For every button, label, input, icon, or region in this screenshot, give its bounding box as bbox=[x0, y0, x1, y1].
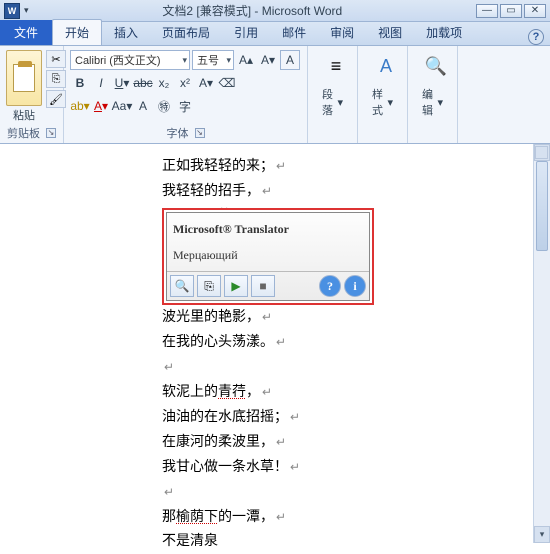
font-name-select[interactable]: Calibri (西文正文) bbox=[70, 50, 190, 70]
change-case-button[interactable]: A bbox=[280, 50, 300, 70]
font-color-button[interactable]: A▾ bbox=[91, 96, 111, 116]
group-font-label: 字体 bbox=[167, 125, 189, 141]
group-font: Calibri (西文正文) 五号 A▴ A▾ A B I U▾ abc x₂ … bbox=[64, 46, 308, 143]
tab-mailings[interactable]: 邮件 bbox=[270, 20, 318, 45]
paragraph-mark-icon: ↵ bbox=[276, 510, 286, 524]
minimize-button[interactable]: — bbox=[476, 4, 498, 18]
font-launcher[interactable]: ↘ bbox=[195, 128, 205, 138]
close-button[interactable]: ✕ bbox=[524, 4, 546, 18]
doc-line: 在我的心头荡漾。 bbox=[162, 335, 274, 350]
ribbon-tabs: 文件 开始 插入 页面布局 引用 邮件 审阅 视图 加载项 ? bbox=[0, 22, 550, 46]
tab-review[interactable]: 审阅 bbox=[318, 20, 366, 45]
tab-addins[interactable]: 加载项 bbox=[414, 20, 474, 45]
translator-play-button[interactable]: ▶ bbox=[224, 275, 248, 297]
translator-expand-button[interactable]: 🔍 bbox=[170, 275, 194, 297]
ruler-toggle[interactable] bbox=[535, 146, 548, 159]
doc-line: 油油的在水底招摇； bbox=[162, 410, 288, 425]
translator-info-button[interactable]: i bbox=[344, 275, 366, 297]
cut-button[interactable]: ✂ bbox=[46, 50, 66, 68]
superscript-button[interactable]: x² bbox=[175, 73, 195, 93]
strikethrough-button[interactable]: abc bbox=[133, 73, 153, 93]
scroll-thumb[interactable] bbox=[536, 161, 548, 251]
paragraph-mark-icon: ↵ bbox=[164, 485, 174, 499]
paragraph-mark-icon: ↵ bbox=[290, 410, 300, 424]
group-styles-label: 样式 bbox=[372, 86, 385, 118]
paragraph-mark-icon: ↵ bbox=[262, 310, 272, 324]
group-styles: A 样式▾ bbox=[358, 46, 408, 143]
paste-icon bbox=[13, 64, 35, 92]
italic-button[interactable]: I bbox=[91, 73, 111, 93]
restore-button[interactable]: ▭ bbox=[500, 4, 522, 18]
tab-view[interactable]: 视图 bbox=[366, 20, 414, 45]
doc-line: 那榆荫下的一潭， bbox=[162, 510, 274, 525]
document-page[interactable]: 正如我轻轻的来；↵ 我轻轻的招手，↵ 作别西天的云彩。↵ 波光里的艳影，↵ 在我… bbox=[0, 144, 533, 543]
paragraph-mark-icon: ↵ bbox=[276, 335, 286, 349]
group-paragraph: ≡ 段落▾ bbox=[308, 46, 358, 143]
doc-line: 软泥上的青荇， bbox=[162, 385, 260, 400]
translator-help-button[interactable]: ? bbox=[319, 275, 341, 297]
highlight-button[interactable]: ab▾ bbox=[70, 96, 90, 116]
group-clipboard: 粘贴 ✂ ⎘ 🖌 剪贴板 ↘ bbox=[0, 46, 64, 143]
paragraph-mark-icon: ↵ bbox=[262, 184, 272, 198]
doc-line: 不是清泉 bbox=[162, 534, 218, 549]
phonetic-button[interactable]: 字 bbox=[175, 96, 195, 116]
group-editing: 🔍 编辑▾ bbox=[408, 46, 458, 143]
find-icon[interactable]: 🔍 bbox=[422, 52, 450, 80]
paragraph-mark-icon: ↵ bbox=[290, 460, 300, 474]
group-paragraph-label: 段落 bbox=[322, 86, 335, 118]
grow-font-button[interactable]: A▴ bbox=[236, 50, 256, 70]
doc-line: 在康河的柔波里， bbox=[162, 435, 274, 450]
translator-stop-button[interactable]: ■ bbox=[251, 275, 275, 297]
text-effects-button[interactable]: A▾ bbox=[196, 73, 216, 93]
doc-line: 我甘心做一条水草！ bbox=[162, 460, 288, 475]
clear-format-button[interactable]: ⌫ bbox=[217, 73, 237, 93]
ribbon: 粘贴 ✂ ⎘ 🖌 剪贴板↘ Calibri (西文正文) 五号 A▴ A▾ A bbox=[0, 46, 550, 144]
tab-references[interactable]: 引用 bbox=[222, 20, 270, 45]
bold-button[interactable]: B bbox=[70, 73, 90, 93]
underline-button[interactable]: U▾ bbox=[112, 73, 132, 93]
enclosed-char-button[interactable]: ㊕ bbox=[154, 96, 174, 116]
app-icon[interactable]: W bbox=[4, 3, 20, 19]
paragraph-mark-icon: ↵ bbox=[276, 435, 286, 449]
paste-label: 粘贴 bbox=[13, 107, 35, 123]
copy-button[interactable]: ⎘ bbox=[46, 70, 66, 88]
char-border-button[interactable]: A bbox=[133, 96, 153, 116]
group-clipboard-label: 剪贴板 bbox=[7, 125, 40, 141]
paragraph-icon[interactable]: ≡ bbox=[322, 52, 350, 80]
scroll-track[interactable] bbox=[534, 161, 550, 526]
translator-result: Мерцающий bbox=[173, 243, 363, 267]
char-scale-button[interactable]: Aa▾ bbox=[112, 96, 132, 116]
tab-insert[interactable]: 插入 bbox=[102, 20, 150, 45]
paragraph-mark-icon: ↵ bbox=[262, 385, 272, 399]
chevron-down-icon: ▾ bbox=[387, 96, 393, 109]
help-button[interactable]: ? bbox=[528, 29, 544, 45]
tab-file[interactable]: 文件 bbox=[0, 20, 52, 45]
paragraph-mark-icon: ↵ bbox=[164, 360, 174, 374]
scroll-down-button[interactable]: ▾ bbox=[534, 526, 550, 543]
styles-icon[interactable]: A bbox=[372, 52, 400, 80]
window-title: 文档2 [兼容模式] - Microsoft Word bbox=[29, 2, 476, 19]
shrink-font-button[interactable]: A▾ bbox=[258, 50, 278, 70]
paste-button[interactable] bbox=[6, 50, 42, 106]
group-editing-label: 编辑 bbox=[422, 86, 435, 118]
tab-layout[interactable]: 页面布局 bbox=[150, 20, 222, 45]
vertical-scrollbar[interactable]: ▴ ▾ bbox=[533, 144, 550, 543]
chevron-down-icon: ▾ bbox=[437, 96, 443, 109]
translator-title: Microsoft® Translator bbox=[173, 217, 363, 241]
doc-line: 我轻轻的招手， bbox=[162, 184, 260, 199]
tab-home[interactable]: 开始 bbox=[52, 19, 102, 45]
format-painter-button[interactable]: 🖌 bbox=[46, 90, 66, 108]
font-size-select[interactable]: 五号 bbox=[192, 50, 234, 70]
clipboard-launcher[interactable]: ↘ bbox=[46, 128, 56, 138]
subscript-button[interactable]: x₂ bbox=[154, 73, 174, 93]
translator-popup: Microsoft® Translator Мерцающий 🔍 ⎘ ▶ ■ … bbox=[162, 208, 374, 305]
doc-line: 正如我轻轻的来； bbox=[162, 159, 274, 174]
document-area: 正如我轻轻的来；↵ 我轻轻的招手，↵ 作别西天的云彩。↵ 波光里的艳影，↵ 在我… bbox=[0, 144, 550, 543]
chevron-down-icon: ▾ bbox=[337, 96, 343, 109]
paragraph-mark-icon: ↵ bbox=[276, 159, 286, 173]
doc-line: 波光里的艳影， bbox=[162, 310, 260, 325]
translator-copy-button[interactable]: ⎘ bbox=[197, 275, 221, 297]
